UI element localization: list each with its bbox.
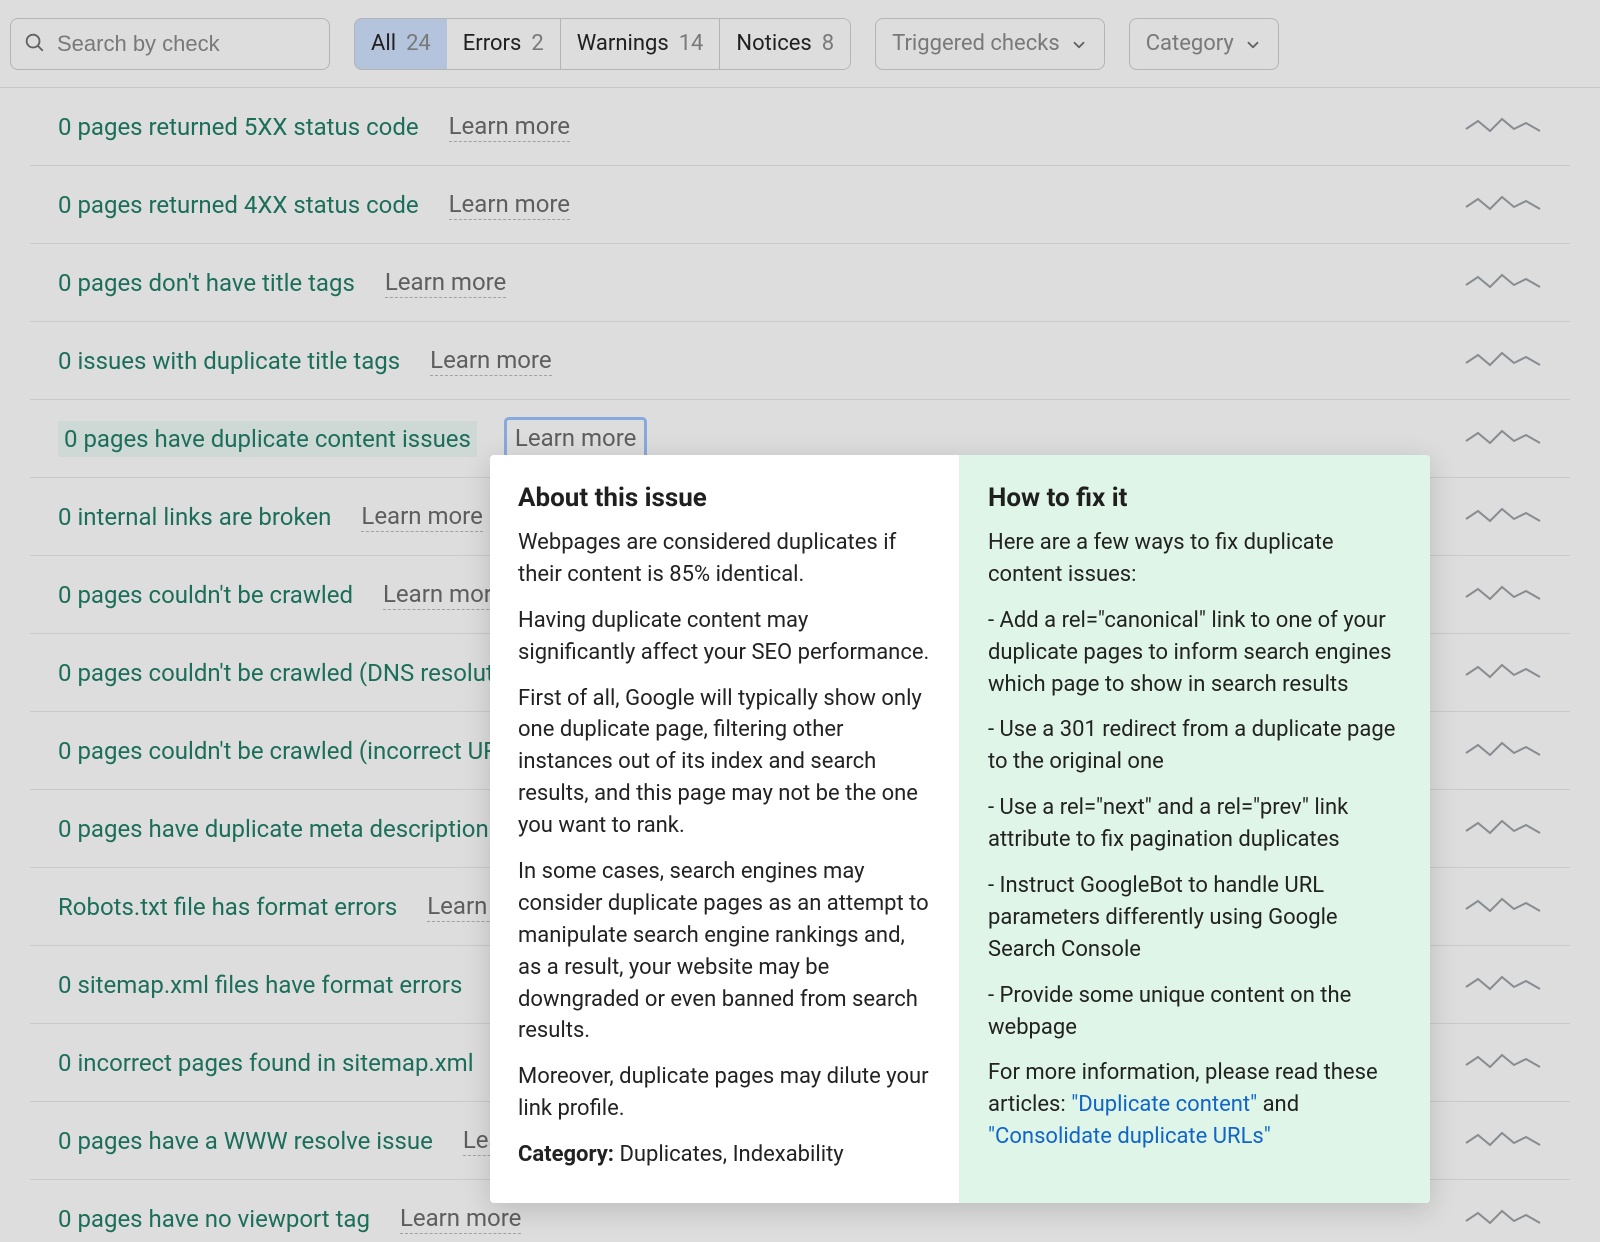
sparkline-icon [1464, 657, 1542, 689]
issue-row-left: 0 internal links are broken Learn more [58, 502, 483, 532]
chevron-down-icon [1070, 35, 1088, 53]
triggered-checks-dropdown[interactable]: Triggered checks [875, 18, 1105, 70]
issue-detail-popover: About this issue Webpages are considered… [490, 455, 1430, 1203]
fix-and: and [1257, 1092, 1299, 1117]
tab-all[interactable]: All 24 [354, 18, 448, 70]
sparkline-icon [1464, 189, 1542, 221]
sparkline-icon [1464, 813, 1542, 845]
issue-row-left: Robots.txt file has format errorsLearn m… [58, 892, 549, 922]
issue-row-left: 0 pages returned 5XX status code Learn mo… [58, 112, 570, 142]
issue-row: 0 pages don't have title tags Learn more [30, 244, 1570, 322]
category-dropdown[interactable]: Category [1129, 18, 1279, 70]
tab-label: Warnings [577, 31, 669, 56]
fix-heading: How to fix it [988, 483, 1402, 513]
fix-bullet: - Instruct GoogleBot to handle URL param… [988, 870, 1402, 966]
issue-text[interactable]: 0 pages have duplicate content issues [58, 421, 477, 457]
tab-label: Notices [736, 31, 811, 56]
learn-more-link[interactable]: Learn more [430, 346, 551, 376]
issue-text[interactable]: 0 pages have duplicate meta descriptions [58, 815, 501, 843]
tab-label: All [371, 31, 396, 56]
tab-count: 24 [406, 31, 431, 56]
about-text: Moreover, duplicate pages may dilute you… [518, 1061, 931, 1125]
fix-text: Here are a few ways to fix duplicate con… [988, 527, 1402, 591]
issue-text[interactable]: 0 issues with duplicate title tags [58, 347, 400, 375]
fix-bullet: - Use a rel="next" and a rel="prev" link… [988, 792, 1402, 856]
category-label: Category: [518, 1142, 614, 1167]
fix-bullet: - Add a rel="canonical" link to one of y… [988, 605, 1402, 701]
tab-count: 8 [822, 31, 834, 56]
dropdown-label: Triggered checks [892, 31, 1060, 56]
tab-notices[interactable]: Notices 8 [720, 19, 850, 69]
search-field-wrap[interactable] [10, 18, 330, 70]
search-input[interactable] [57, 31, 319, 57]
issue-text[interactable]: 0 pages returned 4XX status code [58, 191, 419, 219]
learn-more-link[interactable]: Learn more [507, 420, 644, 457]
duplicate-content-link[interactable]: "Duplicate content" [1071, 1092, 1257, 1117]
tab-label: Errors [463, 31, 522, 56]
sparkline-icon [1464, 267, 1542, 299]
sparkline-icon [1464, 1203, 1542, 1235]
learn-more-link[interactable]: Learn more [449, 190, 570, 220]
tab-count: 14 [679, 31, 704, 56]
sparkline-icon [1464, 111, 1542, 143]
learn-more-link[interactable]: Learn more [361, 502, 482, 532]
issue-row-left: 0 pages don't have title tags Learn more [58, 268, 506, 298]
about-text: In some cases, search engines may consid… [518, 856, 931, 1047]
sparkline-icon [1464, 891, 1542, 923]
issue-text[interactable]: 0 sitemap.xml files have format errors [58, 971, 462, 999]
toolbar: All 24 Errors 2 Warnings 14 Notices 8 Tr… [0, 0, 1600, 88]
learn-more-link[interactable]: Learn more [383, 580, 504, 610]
issue-text[interactable]: 0 pages don't have title tags [58, 269, 355, 297]
about-heading: About this issue [518, 483, 931, 513]
sparkline-icon [1464, 735, 1542, 767]
issue-text[interactable]: 0 pages returned 5XX status code [58, 113, 419, 141]
about-text: Having duplicate content may significant… [518, 605, 931, 669]
learn-more-link[interactable]: Learn more [449, 112, 570, 142]
sparkline-icon [1464, 579, 1542, 611]
tab-warnings[interactable]: Warnings 14 [561, 19, 721, 69]
sparkline-icon [1464, 1125, 1542, 1157]
tab-count: 2 [531, 31, 543, 56]
chevron-down-icon [1244, 35, 1262, 53]
issue-row-left: 0 pages have duplicate content issues Lea… [58, 420, 644, 457]
consolidate-urls-link[interactable]: "Consolidate duplicate URLs" [988, 1124, 1271, 1149]
fix-more: For more information, please read these … [988, 1057, 1402, 1153]
fix-panel: How to fix it Here are a few ways to fix… [960, 455, 1430, 1203]
issue-row: 0 issues with duplicate title tags Learn … [30, 322, 1570, 400]
fix-bullet: - Provide some unique content on the web… [988, 980, 1402, 1044]
sparkline-icon [1464, 423, 1542, 455]
sparkline-icon [1464, 969, 1542, 1001]
issue-text[interactable]: 0 pages couldn't be crawled [58, 581, 353, 609]
learn-more-link[interactable]: Learn more [400, 1204, 521, 1234]
tab-errors[interactable]: Errors 2 [447, 19, 561, 69]
search-icon [23, 31, 45, 57]
issue-row-left: 0 pages have no viewport tag Learn more [58, 1204, 521, 1234]
issue-text[interactable]: 0 pages have a WWW resolve issue [58, 1127, 433, 1155]
issue-row-left: 0 issues with duplicate title tags Learn … [58, 346, 552, 376]
sparkline-icon [1464, 1047, 1542, 1079]
learn-more-link[interactable]: Learn more [385, 268, 506, 298]
about-text: First of all, Google will typically show… [518, 683, 931, 842]
issue-row-left: 0 pages couldn't be crawled Learn more [58, 580, 504, 610]
category-value: Duplicates, Indexability [614, 1142, 844, 1167]
issue-text[interactable]: 0 incorrect pages found in sitemap.xml [58, 1049, 474, 1077]
sparkline-icon [1464, 345, 1542, 377]
sparkline-icon [1464, 501, 1542, 533]
issue-text[interactable]: Robots.txt file has format errors [58, 893, 397, 921]
dropdown-label: Category [1146, 31, 1234, 56]
issue-text[interactable]: 0 pages have no viewport tag [58, 1205, 370, 1233]
filter-tabs: All 24 Errors 2 Warnings 14 Notices 8 [354, 18, 851, 70]
about-text: Webpages are considered duplicates if th… [518, 527, 931, 591]
issue-row: 0 pages returned 5XX status code Learn mo… [30, 88, 1570, 166]
issue-row-left: 0 pages returned 4XX status code Learn mo… [58, 190, 570, 220]
issue-row: 0 pages returned 4XX status code Learn mo… [30, 166, 1570, 244]
category-line: Category: Duplicates, Indexability [518, 1139, 931, 1171]
fix-bullet: - Use a 301 redirect from a duplicate pa… [988, 714, 1402, 778]
issue-text[interactable]: 0 internal links are broken [58, 503, 331, 531]
about-panel: About this issue Webpages are considered… [490, 455, 960, 1203]
